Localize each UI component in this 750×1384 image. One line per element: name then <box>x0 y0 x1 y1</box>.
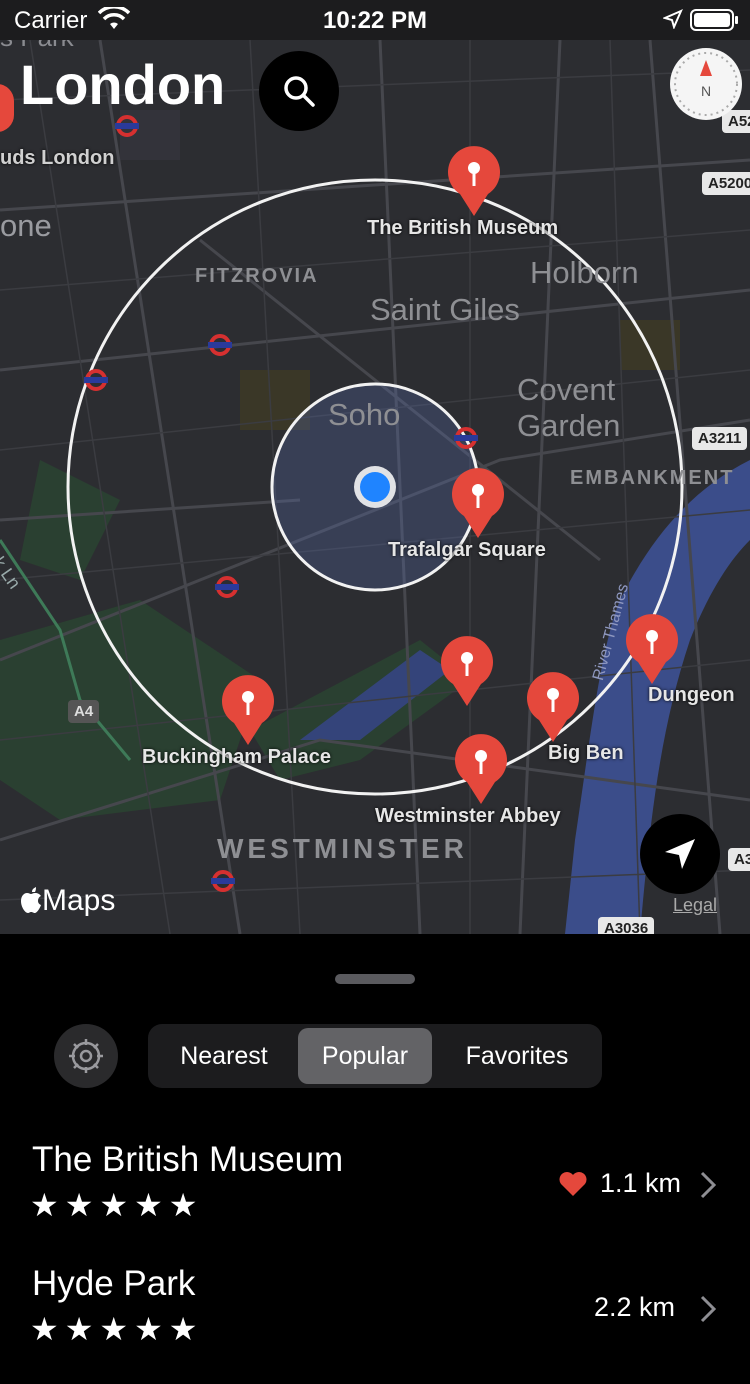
road-badge: A3211 <box>692 427 748 450</box>
maps-logo-text: Maps <box>42 884 116 917</box>
search-icon <box>284 76 315 107</box>
place-name: The British Museum <box>32 1140 344 1179</box>
poi-label-westminster-abbey: Westminster Abbey <box>375 805 561 827</box>
bottom-sheet: Nearest Popular Favorites The British Mu… <box>0 934 750 1347</box>
road-badge: A5200 <box>702 172 750 195</box>
map-pin-unlabeled[interactable] <box>439 636 495 708</box>
apple-logo-icon <box>21 887 41 913</box>
clock: 10:22 PM <box>322 7 428 34</box>
map-pin-british-museum[interactable] <box>446 146 502 218</box>
map-pin-buckingham-palace[interactable] <box>220 675 276 747</box>
status-bar: Carrier 10:22 PM <box>0 0 750 40</box>
map-pin-dungeon[interactable] <box>624 614 680 686</box>
settings-button[interactable] <box>54 1024 118 1088</box>
svg-text:N: N <box>701 83 711 99</box>
rating-stars: ★★★★★ <box>30 1311 204 1347</box>
area-label-uds-london: uds London <box>0 147 115 169</box>
place-name: Hyde Park <box>32 1264 196 1303</box>
tab-favorites[interactable]: Favorites <box>438 1028 596 1084</box>
sheet-grabber[interactable] <box>335 974 415 984</box>
poi-label-british-museum: The British Museum <box>367 217 559 239</box>
area-label-saint-giles: Saint Giles <box>370 292 520 327</box>
poi-label-buckingham-palace: Buckingham Palace <box>142 746 331 768</box>
navigation-arrow-icon <box>665 839 695 869</box>
map-view[interactable]: Saint Giles Holborn Soho Covent Garden F… <box>0 40 750 934</box>
place-distance: 2.2 km <box>594 1292 676 1322</box>
battery-icon <box>690 9 738 31</box>
area-label-fitzrovia: FITZROVIA <box>195 265 319 287</box>
place-distance: 1.1 km <box>600 1168 682 1198</box>
poi-label-big-ben: Big Ben <box>548 742 624 764</box>
heart-icon[interactable] <box>558 1170 588 1198</box>
area-label-one: one <box>0 208 52 243</box>
road-badge: A3036 <box>598 917 655 934</box>
compass-icon[interactable]: N <box>668 46 744 122</box>
search-button[interactable] <box>259 51 339 131</box>
area-label-garden: Garden <box>517 408 621 443</box>
tab-popular[interactable]: Popular <box>298 1028 432 1084</box>
map-pin-big-ben[interactable] <box>525 672 581 744</box>
area-label-soho: Soho <box>328 397 401 432</box>
rating-stars: ★★★★★ <box>30 1187 204 1223</box>
map-pin-westminster-abbey[interactable] <box>453 734 509 806</box>
chevron-right-icon <box>700 1171 717 1199</box>
poi-label-trafalgar-square: Trafalgar Square <box>388 539 546 561</box>
poi-label-dungeon: Dungeon <box>648 684 735 706</box>
tab-nearest[interactable]: Nearest <box>154 1028 294 1084</box>
map-pin-trafalgar-square[interactable] <box>450 468 506 540</box>
city-title: London <box>20 53 226 116</box>
gear-icon <box>69 1039 103 1073</box>
locate-me-button[interactable] <box>640 814 720 894</box>
legal-link[interactable]: Legal <box>673 895 717 916</box>
place-row[interactable]: The British Museum ★★★★★ 1.1 km <box>0 1140 750 1260</box>
road-badge: A4 <box>68 700 100 723</box>
area-label-embankment: EMBANKMENT <box>570 467 735 489</box>
apple-maps-logo: Maps <box>20 884 115 918</box>
area-label-holborn: Holborn <box>530 255 639 290</box>
road-badge: A3 <box>728 848 750 871</box>
area-label-westminster: WESTMINSTER <box>217 833 468 864</box>
location-arrow-icon <box>663 9 683 29</box>
area-label-covent: Covent <box>517 372 616 407</box>
chevron-right-icon <box>700 1295 717 1323</box>
place-row[interactable]: Hyde Park ★★★★★ 2.2 km <box>0 1264 750 1384</box>
filter-segmented-control: Nearest Popular Favorites <box>148 1024 602 1088</box>
